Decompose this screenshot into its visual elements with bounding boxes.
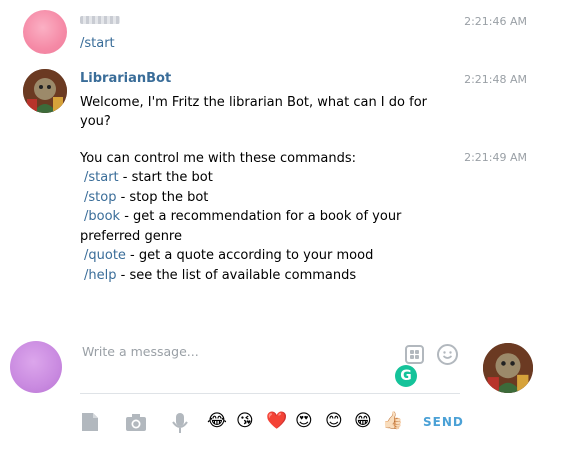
command-description: - get a quote according to your mood: [125, 248, 374, 263]
microphone-icon[interactable]: [170, 412, 190, 433]
emoji-heart-icon[interactable]: ❤️: [266, 411, 287, 431]
grammarly-icon[interactable]: G: [395, 365, 417, 387]
command-line: /start - start the bot: [80, 168, 213, 188]
command-line: /help - see the list of available comman…: [80, 266, 356, 286]
command-link[interactable]: /start: [80, 170, 119, 185]
chat-partner-avatar[interactable]: [483, 343, 533, 393]
command-link[interactable]: /stop: [80, 190, 116, 205]
command-description: - get a recommendation for a book of you…: [120, 209, 402, 224]
bot-avatar-illustration: [23, 69, 67, 113]
message-line: You can control me with these commands:: [80, 151, 357, 166]
attach-file-icon[interactable]: [80, 412, 100, 432]
bot-avatar[interactable]: [23, 69, 67, 113]
camera-icon[interactable]: [125, 412, 146, 432]
input-underline: [80, 393, 460, 394]
emoji-heart-eyes-icon[interactable]: 😍: [295, 411, 313, 431]
chat-partner-illustration: [483, 343, 533, 393]
command-line: /quote - get a quote according to your m…: [80, 246, 373, 266]
sender-name[interactable]: LibrarianBot: [80, 71, 171, 86]
emoji-kiss-icon[interactable]: 😘: [236, 411, 254, 431]
bot-commands-icon[interactable]: [405, 345, 424, 364]
command-description: - stop the bot: [116, 190, 209, 205]
message-timestamp: 2:21:49 AM: [464, 151, 527, 164]
emoji-tears-of-joy-icon[interactable]: 😂: [207, 411, 227, 431]
command-description: - start the bot: [118, 170, 213, 185]
my-avatar[interactable]: [10, 341, 62, 393]
sender-name-blurred: [80, 16, 120, 24]
emoji-thumbs-up-icon[interactable]: 👍🏻: [382, 411, 403, 431]
command-line: preferred genre: [80, 227, 182, 247]
emoji-smile-icon[interactable]: 😊: [325, 411, 343, 431]
user-avatar[interactable]: [23, 10, 67, 54]
command-link[interactable]: /quote: [80, 248, 126, 263]
command-description: - see the list of available commands: [116, 268, 357, 283]
emoji-icon[interactable]: [437, 344, 458, 365]
command-link[interactable]: /book: [80, 209, 120, 224]
command-description: preferred genre: [80, 229, 182, 244]
emoji-grin-icon[interactable]: 😁: [354, 411, 372, 431]
command-link[interactable]: /help: [80, 268, 116, 283]
command-line: /stop - stop the bot: [80, 188, 208, 208]
message-timestamp: 2:21:48 AM: [464, 73, 527, 86]
command-line: /book - get a recommendation for a book …: [80, 207, 401, 227]
message-text[interactable]: /start: [80, 34, 115, 54]
send-button[interactable]: SEND: [423, 415, 464, 429]
message-input[interactable]: Write a message...: [82, 344, 199, 359]
message-line: you?: [80, 114, 111, 129]
message-timestamp: 2:21:46 AM: [464, 15, 527, 28]
message-line: Welcome, I'm Fritz the librarian Bot, wh…: [80, 95, 427, 110]
